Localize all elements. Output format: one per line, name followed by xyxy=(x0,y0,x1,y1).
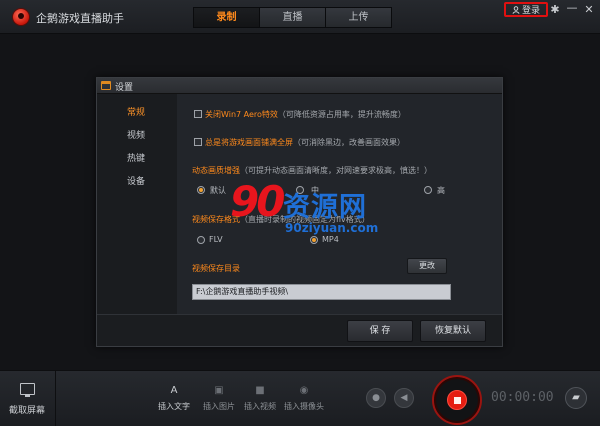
format-flv-radio[interactable] xyxy=(197,236,205,244)
settings-nav: 常规 视频 热键 设备 xyxy=(97,94,177,314)
bottom-toolbar: 截取屏幕 A 插入文字 ▣ 插入图片 ■ 插入视频 ◉ 插入摄像头 ● ◀ 00… xyxy=(0,370,600,426)
enhance-default-radio[interactable] xyxy=(197,186,205,194)
gear-icon[interactable]: ✱ xyxy=(549,3,561,16)
fullscreen-label: 总是将游戏画面铺满全屏 xyxy=(205,138,293,147)
insert-camera-button[interactable]: ◉ 插入摄像头 xyxy=(280,385,328,412)
settings-window-icon xyxy=(101,81,111,90)
insert-camera-label: 插入摄像头 xyxy=(284,402,324,411)
insert-video-button[interactable]: ■ 插入视频 xyxy=(236,385,284,412)
fullscreen-hint: （可消除黑边，改善画面效果） xyxy=(293,138,405,147)
enhance-option: 动态画质增强（可提升动态画面清晰度，对网速要求极高，慎选！） xyxy=(192,165,432,176)
tab-upload[interactable]: 上传 xyxy=(326,8,391,27)
user-icon xyxy=(512,5,520,14)
title-bar: 企鹅游戏直播助手 录制 直播 上传 登录 ✱ — ✕ xyxy=(0,0,600,34)
watermark: 90 资源网 90ziyuan.com xyxy=(230,181,390,245)
enhance-high-label: 高 xyxy=(437,186,445,195)
capture-screen-label: 截取屏幕 xyxy=(9,406,46,416)
restore-defaults-button[interactable]: 恢复默认 xyxy=(420,320,486,342)
nav-item-hotkey[interactable]: 热键 xyxy=(127,151,145,164)
watermark-name: 资源网 xyxy=(283,192,367,223)
speaker-icon[interactable]: ◀ xyxy=(394,388,414,408)
insert-text-label: 插入文字 xyxy=(158,402,190,411)
login-button[interactable]: 登录 xyxy=(504,2,548,17)
login-label: 登录 xyxy=(521,6,540,16)
minimize-button[interactable]: — xyxy=(566,1,578,14)
record-button[interactable] xyxy=(432,375,482,425)
folder-icon[interactable]: ▰ xyxy=(565,387,587,409)
record-timer: 00:00:00 xyxy=(491,390,554,405)
capture-screen-button[interactable]: 截取屏幕 xyxy=(0,371,56,426)
aero-checkbox[interactable] xyxy=(194,110,202,118)
monitor-icon xyxy=(20,383,35,397)
fullscreen-checkbox[interactable] xyxy=(194,138,202,146)
nav-item-video[interactable]: 视频 xyxy=(127,128,145,141)
app-title: 企鹅游戏直播助手 xyxy=(36,12,124,25)
main-tabs: 录制 直播 上传 xyxy=(193,7,392,28)
app-logo-icon xyxy=(13,9,29,25)
dialog-footer: 保 存 恢复默认 xyxy=(97,314,502,346)
aero-hint: （可降低资源占用率，提升流畅度） xyxy=(277,110,406,119)
save-dir-label: 视频保存目录 xyxy=(192,264,240,273)
enhance-default-label: 默认 xyxy=(210,186,226,195)
dialog-title: 设置 xyxy=(115,83,134,93)
save-dir-input[interactable]: F:\企鹅游戏直播助手视频\ xyxy=(192,284,451,300)
watermark-url: 90ziyuan.com xyxy=(285,221,379,235)
tab-record[interactable]: 录制 xyxy=(194,8,260,27)
microphone-icon[interactable]: ● xyxy=(366,388,386,408)
watermark-number: 90 xyxy=(230,177,285,226)
aero-option: 关闭Win7 Aero特效（可降低资源占用率，提升流畅度） xyxy=(205,109,406,120)
text-icon: A xyxy=(170,385,178,396)
nav-item-general[interactable]: 常规 xyxy=(127,105,145,118)
enhance-high-radio[interactable] xyxy=(424,186,432,194)
dialog-title-bar: 设置 xyxy=(97,78,502,94)
record-stop-icon xyxy=(447,390,467,410)
format-flv-label: FLV xyxy=(209,235,223,244)
video-icon: ■ xyxy=(255,385,265,396)
enhance-label: 动态画质增强 xyxy=(192,166,240,175)
close-button[interactable]: ✕ xyxy=(583,3,595,16)
fullscreen-option: 总是将游戏画面铺满全屏（可消除黑边，改善画面效果） xyxy=(205,137,405,148)
camera-icon: ◉ xyxy=(299,385,309,396)
enhance-hint: （可提升动态画面清晰度，对网速要求极高，慎选！） xyxy=(240,166,432,175)
nav-item-device[interactable]: 设备 xyxy=(127,174,145,187)
insert-video-label: 插入视频 xyxy=(244,402,276,411)
aero-label: 关闭Win7 Aero特效 xyxy=(205,110,278,119)
change-dir-button[interactable]: 更改 xyxy=(407,258,447,274)
insert-text-button[interactable]: A 插入文字 xyxy=(150,385,198,412)
tab-live[interactable]: 直播 xyxy=(260,8,326,27)
save-button[interactable]: 保 存 xyxy=(347,320,413,342)
